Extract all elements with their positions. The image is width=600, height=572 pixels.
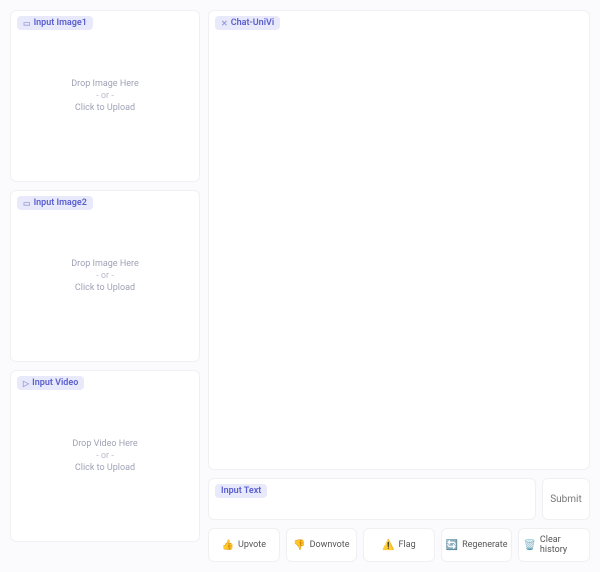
input-image2-label: ▭ Input Image2 [17,196,93,210]
upvote-label: Upvote [238,540,266,550]
flag-label: Flag [399,540,416,550]
dropzone-text: Click to Upload [75,283,135,293]
dropzone-text: Drop Image Here [71,79,139,89]
chat-label: ✕ Chat-UniVi [215,16,280,30]
input-image1-label-text: Input Image1 [34,18,87,28]
text-row: Input Text Submit [208,478,590,520]
input-image1-panel: ▭ Input Image1 Drop Image Here - or - Cl… [10,10,200,182]
left-column: ▭ Input Image1 Drop Image Here - or - Cl… [10,10,200,562]
flag-button[interactable]: ⚠️ Flag [363,528,435,562]
input-image1-label: ▭ Input Image1 [17,16,93,30]
input-text-panel[interactable]: Input Text [208,478,536,520]
input-image2-dropzone[interactable]: Drop Image Here - or - Click to Upload [11,191,199,361]
image-icon: ▭ [23,199,31,208]
input-video-label-text: Input Video [32,378,78,388]
app-root: ▭ Input Image1 Drop Image Here - or - Cl… [10,10,590,562]
dropzone-text: - or - [96,451,114,461]
upvote-button[interactable]: 👍 Upvote [208,528,280,562]
dropzone-text: - or - [96,271,114,281]
video-icon: ▷ [23,379,29,388]
dropzone-text: Click to Upload [75,103,135,113]
regenerate-button[interactable]: 🔄 Regenerate [441,528,513,562]
input-video-panel: ▷ Input Video Drop Video Here - or - Cli… [10,370,200,542]
regenerate-label: Regenerate [462,540,507,550]
submit-label: Submit [550,494,582,505]
chat-panel: ✕ Chat-UniVi [208,10,590,470]
input-text-label: Input Text [215,484,267,498]
input-video-label: ▷ Input Video [17,376,84,390]
input-image2-panel: ▭ Input Image2 Drop Image Here - or - Cl… [10,190,200,362]
dropzone-text: Click to Upload [75,463,135,473]
downvote-button[interactable]: 👎 Downvote [286,528,358,562]
downvote-label: Downvote [310,540,350,550]
clear-history-button[interactable]: 🗑️ Clear history [518,528,590,562]
button-row: 👍 Upvote 👎 Downvote ⚠️ Flag 🔄 Regenerate… [208,528,590,562]
trash-icon: 🗑️ [523,540,535,551]
flag-icon: ⚠️ [382,540,394,551]
clear-history-label: Clear history [540,535,585,555]
image-icon: ▭ [23,19,31,28]
regenerate-icon: 🔄 [446,540,458,551]
dropzone-text: Drop Video Here [72,439,137,449]
right-column: ✕ Chat-UniVi Input Text Submit 👍 Upvote … [208,10,590,562]
dropzone-text: Drop Image Here [71,259,139,269]
chat-label-text: Chat-UniVi [231,18,275,28]
thumbs-up-icon: 👍 [222,540,234,551]
dropzone-text: - or - [96,91,114,101]
input-image2-label-text: Input Image2 [34,198,87,208]
thumbs-down-icon: 👎 [293,540,305,551]
chat-icon: ✕ [221,19,228,28]
input-text-label-text: Input Text [221,486,261,496]
input-image1-dropzone[interactable]: Drop Image Here - or - Click to Upload [11,11,199,181]
input-video-dropzone[interactable]: Drop Video Here - or - Click to Upload [11,371,199,541]
submit-button[interactable]: Submit [542,478,590,520]
